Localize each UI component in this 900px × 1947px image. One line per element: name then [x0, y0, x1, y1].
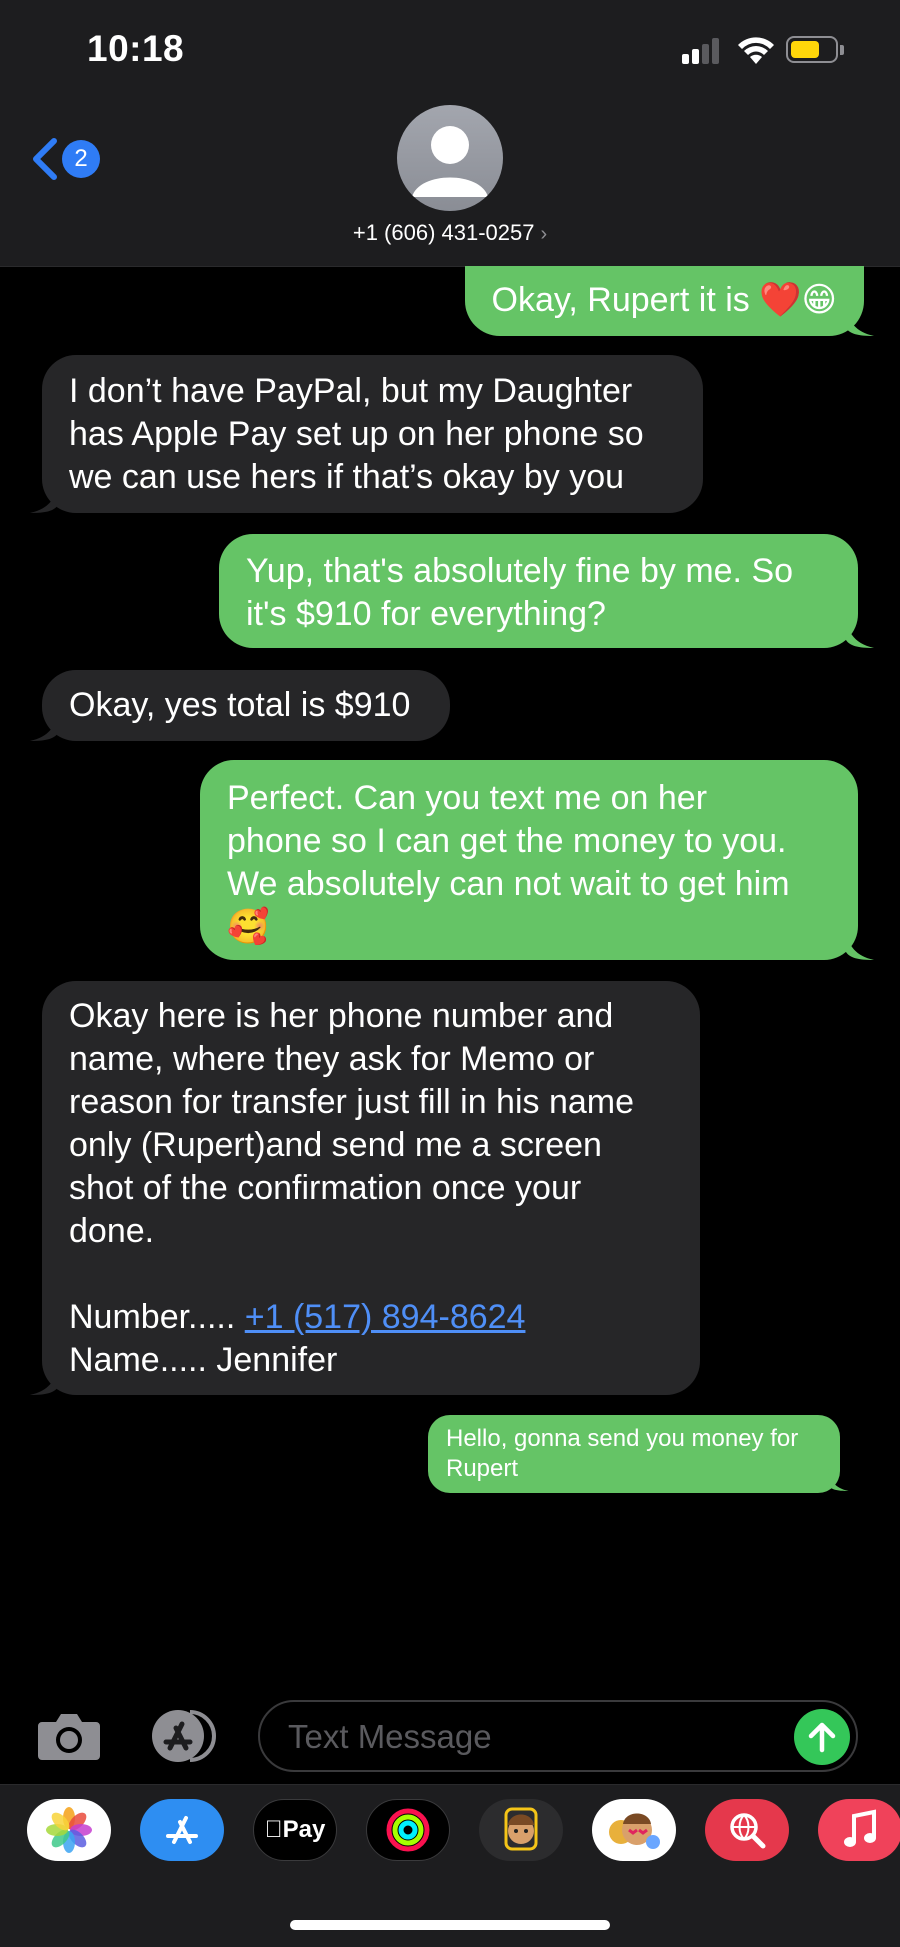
message-text: only (Rupert)and send me a screen — [69, 1126, 602, 1164]
message-text: Rupert — [446, 1455, 519, 1482]
message-text: I don’t have PayPal, but my Daughter — [69, 372, 633, 410]
status-time: 10:18 — [87, 28, 185, 69]
message-text: Okay here is her phone number and — [69, 997, 614, 1035]
cellular-signal-icon — [682, 38, 722, 64]
message-text: shot of the confirmation once your — [69, 1169, 582, 1207]
app-store-button-icon[interactable] — [146, 1708, 222, 1764]
contact-name[interactable]: +1 (606) 431-0257 › — [0, 220, 900, 246]
message-text: reason for transfer just fill in his nam… — [69, 1083, 635, 1121]
activity-icon[interactable] — [366, 1799, 450, 1861]
phone-number-link[interactable]: +1 (517) 894-8624 — [245, 1298, 526, 1336]
camera-icon[interactable] — [36, 1710, 102, 1762]
conversation-header: 10:18 2 +1 (606) 431-0257 › — [0, 0, 900, 267]
unread-badge: 2 — [62, 140, 100, 178]
bubble-tail — [30, 711, 58, 741]
web-search-icon[interactable] — [705, 1799, 789, 1861]
battery-tip — [840, 45, 844, 55]
apple-pay-label: Pay — [265, 1816, 326, 1843]
message-bubble-outgoing[interactable]: Okay, Rupert it is ❤️😁 — [464, 266, 864, 336]
person-icon — [412, 126, 488, 197]
message-bubble-outgoing[interactable]: Yup, that's absolutely fine by me. So it… — [219, 534, 858, 648]
wifi-icon — [738, 37, 774, 64]
music-note-icon — [844, 1809, 876, 1847]
message-text: phone so I can get the money to you. — [227, 822, 787, 860]
message-text — [69, 1253, 673, 1296]
message-bubble-incoming[interactable]: Okay, yes total is $910 — [42, 670, 450, 741]
back-button[interactable]: 2 — [30, 134, 110, 184]
apple-pay-icon[interactable]: Pay — [253, 1799, 337, 1861]
chevron-left-icon — [33, 138, 57, 180]
bubble-tail — [846, 306, 874, 336]
app-store-icon[interactable] — [140, 1799, 224, 1861]
contact-number: +1 (606) 431-0257 — [352, 220, 535, 245]
message-text: we can use hers if that’s okay by you — [69, 458, 625, 496]
bubble-tail — [846, 930, 874, 960]
message-text: it's $910 for everything? — [246, 595, 606, 633]
magnifier-globe-icon — [730, 1813, 766, 1849]
memoji-face-icon — [504, 1807, 538, 1851]
chevron-right-icon: › — [540, 223, 548, 245]
memoji-icon[interactable] — [479, 1799, 563, 1861]
message-bubble-incoming[interactable]: I don’t have PayPal, but my Daughter has… — [42, 355, 703, 513]
activity-rings-icon — [386, 1808, 430, 1852]
message-text: Yup, that's absolutely fine by me. So — [246, 552, 794, 590]
memoji-stickers-icon[interactable] — [592, 1799, 676, 1861]
bubble-tail — [828, 1469, 849, 1491]
music-icon[interactable] — [818, 1799, 900, 1861]
message-bubble-outgoing[interactable]: Perfect. Can you text me on her phone so… — [200, 760, 858, 960]
message-text: Okay, Rupert it is ❤️😁 — [491, 281, 837, 319]
bubble-tail — [30, 483, 58, 513]
message-text: has Apple Pay set up on her phone so — [69, 415, 644, 453]
message-bubble-incoming[interactable]: Okay here is her phone number and name, … — [42, 981, 700, 1395]
photos-flower-icon — [46, 1807, 92, 1853]
memoji-stickers-glyph — [609, 1813, 660, 1849]
app-store-glyph — [166, 1816, 198, 1844]
arrow-up-icon — [808, 1722, 836, 1753]
bubble-tail — [30, 1365, 58, 1395]
message-text: We absolutely can not wait to get him — [227, 865, 790, 903]
battery-icon — [786, 36, 838, 63]
avatar[interactable] — [397, 105, 503, 211]
bubble-tail — [846, 618, 874, 648]
message-input[interactable]: Text Message — [258, 1700, 858, 1772]
message-text: Name..... Jennifer — [69, 1341, 338, 1379]
send-button[interactable] — [794, 1709, 850, 1765]
message-input-placeholder: Text Message — [288, 1718, 492, 1755]
phone-number-line: Number..... +1 (517) 894-8624 — [69, 1296, 673, 1339]
home-indicator[interactable] — [290, 1920, 610, 1930]
message-text: done. — [69, 1212, 155, 1250]
message-text: name, where they ask for Memo or — [69, 1040, 595, 1078]
photos-icon[interactable] — [27, 1799, 111, 1861]
message-text: Perfect. Can you text me on her — [227, 779, 708, 817]
message-text: Number..... — [69, 1298, 245, 1336]
message-bubble-outgoing[interactable]: Hello, gonna send you money for Rupert — [428, 1415, 840, 1493]
message-text: Hello, gonna send you money for — [446, 1425, 799, 1452]
message-text: 🥰 — [227, 908, 270, 946]
message-text: Okay, yes total is $910 — [69, 686, 411, 724]
